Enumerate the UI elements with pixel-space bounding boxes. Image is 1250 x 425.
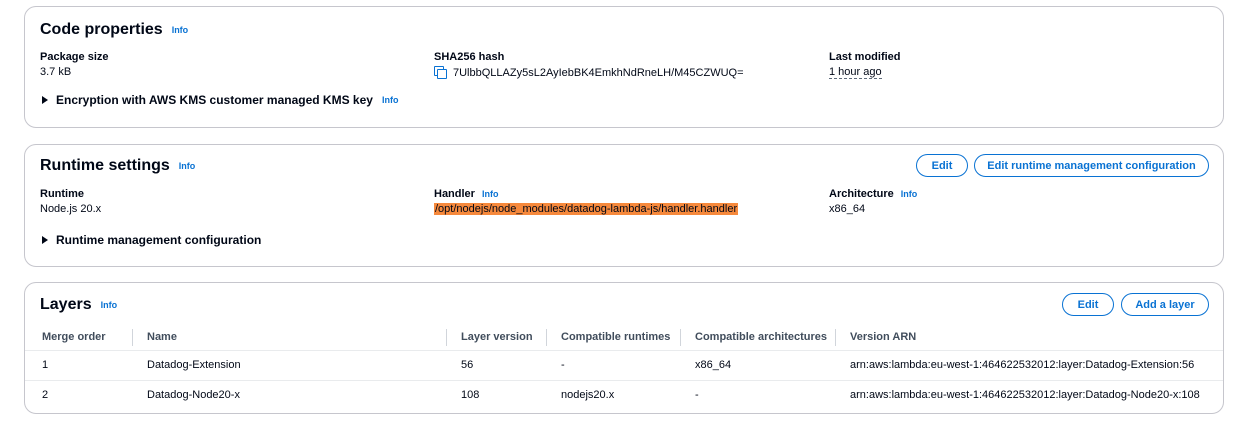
handler-label-row: Handler Info: [434, 188, 738, 200]
handler-value: /opt/nodejs/node_modules/datadog-lambda-…: [434, 203, 739, 215]
code-properties-header: Code properties Info: [40, 21, 188, 39]
architecture-info-link[interactable]: Info: [901, 189, 918, 199]
column-divider[interactable]: [132, 329, 133, 346]
column-divider[interactable]: [446, 329, 447, 346]
col-version-arn[interactable]: Version ARN: [835, 325, 1223, 350]
merge-order-cell: 2: [25, 379, 132, 410]
column-divider[interactable]: [546, 329, 547, 346]
layers-info-link[interactable]: Info: [101, 300, 118, 310]
edit-runtime-management-button[interactable]: Edit runtime management configuration: [974, 154, 1209, 177]
last-modified-value[interactable]: 1 hour ago: [829, 66, 882, 79]
encryption-info-link[interactable]: Info: [382, 95, 399, 105]
copy-icon[interactable]: [434, 66, 447, 79]
last-modified-field: Last modified 1 hour ago: [829, 51, 901, 79]
col-compatible-runtimes-label: Compatible runtimes: [561, 331, 671, 344]
code-properties-info-link[interactable]: Info: [172, 25, 189, 35]
version-arn-cell: arn:aws:lambda:eu-west-1:464622532012:la…: [835, 379, 1223, 410]
add-layer-button[interactable]: Add a layer: [1121, 293, 1209, 316]
col-layer-version[interactable]: Layer version: [446, 325, 546, 350]
package-size-field: Package size 3.7 kB: [40, 51, 109, 78]
layer-name-cell: Datadog-Node20-x: [132, 379, 446, 410]
runtime-edit-button[interactable]: Edit: [916, 154, 968, 177]
sha256-row: 7UlbbQLLAZy5sL2AyIebBK4EmkhNdRneLH/M45CZ…: [434, 66, 744, 79]
col-name-label: Name: [147, 331, 177, 344]
code-properties-title: Code properties: [40, 21, 163, 38]
sha256-label: SHA256 hash: [434, 51, 505, 63]
package-size-label: Package size: [40, 51, 109, 63]
architecture-field: Architecture Info x86_64: [829, 188, 917, 215]
runtime-settings-panel: Runtime settings Info Edit Edit runtime m…: [24, 144, 1224, 267]
architecture-label-row: Architecture Info: [829, 188, 917, 200]
layer-version-cell: 108: [446, 379, 546, 410]
runtime-settings-info-link[interactable]: Info: [179, 161, 196, 171]
layers-edit-button[interactable]: Edit: [1062, 293, 1114, 316]
table-row[interactable]: 2 Datadog-Node20-x 108 nodejs20.x - arn:…: [25, 379, 1223, 410]
layer-name-cell: Datadog-Extension: [132, 349, 446, 380]
compatible-architectures-cell: -: [680, 379, 835, 410]
col-version-arn-label: Version ARN: [850, 331, 917, 344]
column-divider[interactable]: [835, 329, 836, 346]
table-row[interactable]: 1 Datadog-Extension 56 - x86_64 arn:aws:…: [25, 349, 1223, 380]
runtime-field: Runtime Node.js 20.x: [40, 188, 101, 215]
package-size-value: 3.7 kB: [40, 66, 72, 78]
layer-version-cell: 56: [446, 349, 546, 380]
encryption-expander-label: Encryption with AWS KMS customer managed…: [56, 93, 373, 107]
compatible-architectures-cell: x86_64: [680, 349, 835, 380]
handler-field: Handler Info /opt/nodejs/node_modules/dat…: [434, 188, 739, 215]
runtime-management-expander[interactable]: Runtime management configuration: [42, 233, 261, 247]
runtime-settings-header: Runtime settings Info: [40, 157, 195, 175]
runtime-value: Node.js 20.x: [40, 203, 102, 215]
runtime-management-expander-label: Runtime management configuration: [56, 233, 262, 247]
col-name[interactable]: Name: [132, 325, 446, 350]
layers-table: Merge order Name Layer version Compatibl…: [25, 325, 1223, 410]
layers-title: Layers: [40, 296, 92, 313]
caret-right-icon: [42, 236, 48, 244]
encryption-expander[interactable]: Encryption with AWS KMS customer managed…: [42, 93, 398, 107]
sha256-value: 7UlbbQLLAZy5sL2AyIebBK4EmkhNdRneLH/M45CZ…: [453, 66, 744, 79]
col-layer-version-label: Layer version: [461, 331, 533, 344]
architecture-label: Architecture: [829, 188, 894, 200]
col-compatible-runtimes[interactable]: Compatible runtimes: [546, 325, 680, 350]
layers-panel: Layers Info Edit Add a layer Merge order …: [24, 282, 1224, 414]
col-compatible-architectures-label: Compatible architectures: [695, 331, 828, 344]
caret-right-icon: [42, 96, 48, 104]
col-merge-order[interactable]: Merge order: [25, 325, 132, 350]
layers-header: Layers Info: [40, 296, 117, 314]
sha256-field: SHA256 hash 7UlbbQLLAZy5sL2AyIebBK4EmkhN…: [434, 51, 744, 79]
code-properties-panel: Code properties Info Package size 3.7 kB …: [24, 6, 1224, 128]
runtime-settings-title: Runtime settings: [40, 157, 170, 174]
handler-info-link[interactable]: Info: [482, 189, 499, 199]
handler-label: Handler: [434, 188, 475, 200]
col-compatible-architectures[interactable]: Compatible architectures: [680, 325, 835, 350]
compatible-runtimes-cell: -: [546, 349, 680, 380]
merge-order-cell: 1: [25, 349, 132, 380]
runtime-label: Runtime: [40, 188, 84, 200]
compatible-runtimes-cell: nodejs20.x: [546, 379, 680, 410]
architecture-value: x86_64: [829, 203, 866, 215]
last-modified-label: Last modified: [829, 51, 901, 63]
column-divider[interactable]: [680, 329, 681, 346]
layers-table-header: Merge order Name Layer version Compatibl…: [25, 325, 1223, 350]
version-arn-cell: arn:aws:lambda:eu-west-1:464622532012:la…: [835, 349, 1223, 380]
